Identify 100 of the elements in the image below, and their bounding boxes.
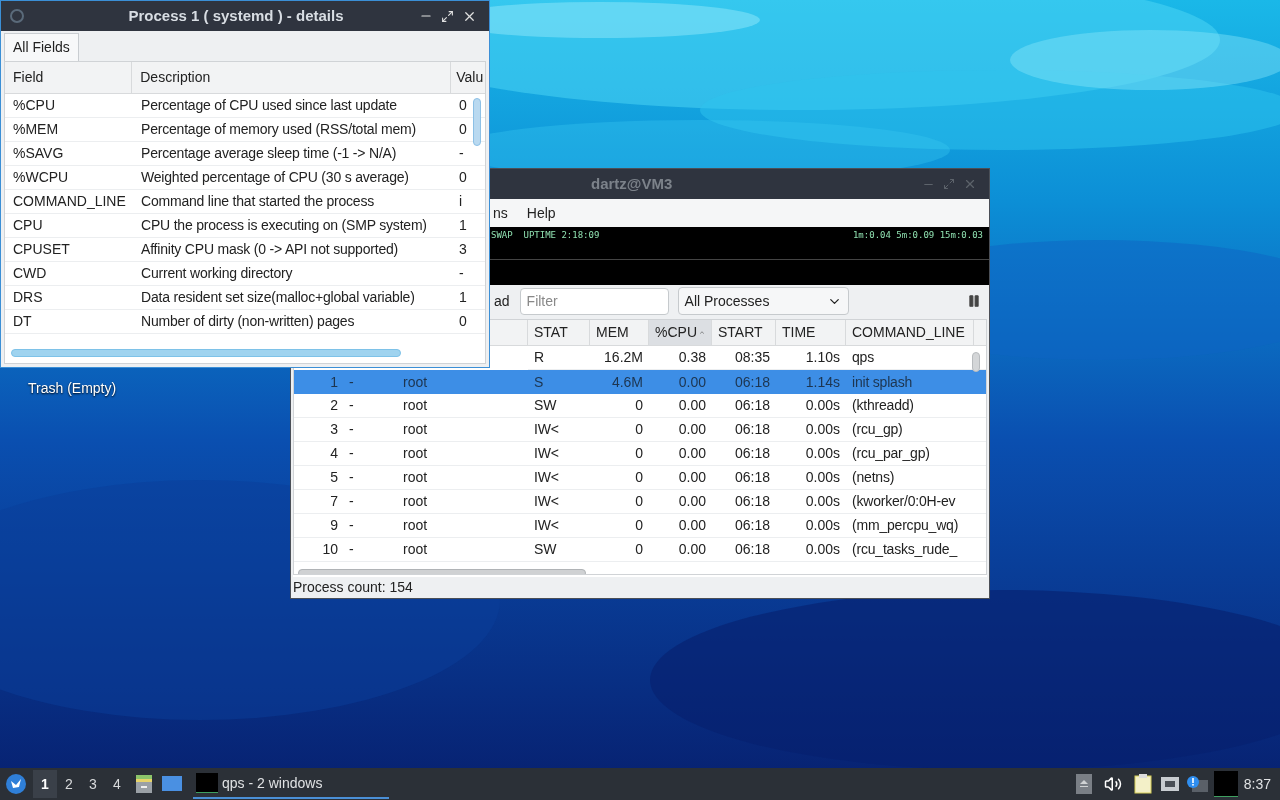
table-cell-text: IW< [533,516,560,535]
process-row[interactable]: 9 - root IW< 0 0.00 06:18 0.00s (mm_percpu_wq) [294,514,986,538]
table-cell-text: %MEM [12,120,60,139]
table-cell-text: 0.00s [804,516,841,535]
column-header[interactable]: Description [132,62,452,93]
table-cell-text: 0 [634,420,644,439]
vertical-scrollbar[interactable] [473,98,481,146]
column-header[interactable]: Valu [451,62,485,93]
workspace-button[interactable]: 4 [105,770,129,798]
process-row[interactable]: 7 - root IW< 0 0.00 06:18 0.00s (kworker/0:0H-ev [294,490,986,514]
table-cell-text: - [348,492,355,511]
filter-field[interactable]: Filter [519,287,669,315]
table-cell-text: Command line that started the process [140,192,376,211]
window-title: dartz@VM3 [591,173,673,194]
table-cell-text: Number of dirty (non-written) pages [140,312,356,331]
vertical-scrollbar[interactable] [972,352,980,372]
window-title: Process 1 ( systemd ) - details [127,5,345,26]
task-button[interactable]: qps - 2 windows [193,769,389,799]
eject-icon[interactable] [1075,774,1092,794]
terminal-thumbnail-icon[interactable] [1213,771,1238,797]
table-cell-text: CPU [12,216,44,235]
process-row[interactable]: 2 - root SW 0 0.00 06:18 0.00s (kthreadd) [294,394,986,418]
file-cabinet-icon[interactable] [135,774,153,794]
workspace-button[interactable]: 1 [33,770,57,798]
table-cell-text: %SAVG [12,144,65,163]
table-cell-text: Data resident set size(malloc+global variable) [140,288,416,307]
table-cell-text: (mm_percpu_wq) [851,516,960,535]
table-cell-text: 0.00 [677,492,707,511]
table-cell-text: 0 [458,96,467,115]
table-cell-text: COMMAND_LINE [12,192,127,211]
table-cell-text: - [348,540,355,559]
start-menu-icon[interactable] [5,773,27,795]
table-cell-text: - [348,516,355,535]
table-cell-text: - [348,372,355,392]
table-cell-text: CPU the process is executing on (SMP system) [140,216,428,235]
table-cell-text: Percentage average sleep time (-1 -> N/A) [140,144,398,163]
desktop-icon-label[interactable]: Trash (Empty) [28,378,117,399]
table-cell-text: 0.00 [677,420,707,439]
table-cell-text: 1 [458,288,467,307]
table-cell-text: root [402,468,429,487]
table-cell-text: 06:18 [733,540,771,559]
table-cell-text: 5 [329,468,339,487]
process-row[interactable]: 1 - root S 4.6M 0.00 06:18 1.14s init splash [294,370,986,394]
table-cell-text: 16.2M [603,348,644,367]
column-header[interactable]: %CPU [649,320,712,345]
table-cell-text: 08:35 [733,348,771,367]
tab[interactable]: All Fields [4,33,79,61]
process-row[interactable]: 3 - root IW< 0 0.00 06:18 0.00s (rcu_gp) [294,418,986,442]
process-row[interactable]: 10 - root SW 0 0.00 06:18 0.00s (rcu_tasks_rude_ [294,538,986,562]
workspace-button[interactable]: 2 [57,770,81,798]
table-cell-text: root [402,492,429,511]
desktop-icon[interactable] [161,775,183,793]
table-cell-text: (kworker/0:0H-ev [851,492,957,511]
table-cell-text: 0 [634,516,644,535]
table-cell-text: 10 [321,540,339,559]
table-cell-text: SW [533,396,558,415]
clock[interactable]: 8:37 [1243,773,1275,795]
table-cell-text: 4 [329,444,339,463]
menu-item[interactable]: Help [526,202,556,224]
clipboard-icon[interactable] [1133,774,1152,794]
menu-item[interactable]: ns [493,202,508,224]
table-cell-text: 0.00 [677,372,707,392]
table-cell-text: %WCPU [12,168,70,187]
table-cell-text: 06:18 [733,492,771,511]
table-cell-text: 0.00 [677,468,707,487]
table-cell-text: - [458,264,464,283]
table-cell-text: root [402,444,429,463]
table-cell-text: i [458,192,463,211]
volume-icon[interactable] [1103,775,1122,793]
table-cell-text: 06:18 [733,444,771,463]
table-cell-text: S [533,372,545,392]
table-cell-text: 0 [458,312,467,331]
table-cell-text: (rcu_par_gp) [851,444,931,463]
pause-icon[interactable] [967,294,981,308]
table-cell-text: CPUSET [12,240,71,259]
process-row[interactable]: 5 - root IW< 0 0.00 06:18 0.00s (netns) [294,466,986,490]
notification-icon[interactable] [1185,775,1208,793]
process-row[interactable]: 4 - root IW< 0 0.00 06:18 0.00s (rcu_par_gp) [294,442,986,466]
table-cell-text: 06:18 [733,468,771,487]
table-cell-text: (rcu_tasks_rude_ [851,540,959,559]
table-cell-text: Percentage of memory used (RSS/total mem) [140,120,418,139]
table-cell-text: DT [12,312,33,331]
table-cell-text: Weighted percentage of CPU (30 s average) [140,168,410,187]
table-cell-text: 1 [458,216,467,235]
network-icon[interactable] [1159,776,1180,792]
table-cell-text: 3 [329,420,339,439]
table-cell-text: 0 [634,468,644,487]
process-view-dropdown[interactable]: All Processes [677,287,849,315]
table-cell-text: init splash [851,372,914,392]
table-cell-text: 0 [458,120,467,139]
table-cell-text: 06:18 [733,420,771,439]
column-header[interactable]: Field [5,62,133,93]
maximize-icon[interactable] [441,9,454,23]
table-cell-text: SW [533,540,558,559]
workspace-button[interactable]: 3 [81,770,105,798]
table-cell-text: 0.00s [804,396,841,415]
table-cell-text: 06:18 [733,516,771,535]
table-cell-text: 0.00s [804,468,841,487]
table-cell-text: 1 [329,372,339,392]
horizontal-scrollbar[interactable] [11,349,401,357]
